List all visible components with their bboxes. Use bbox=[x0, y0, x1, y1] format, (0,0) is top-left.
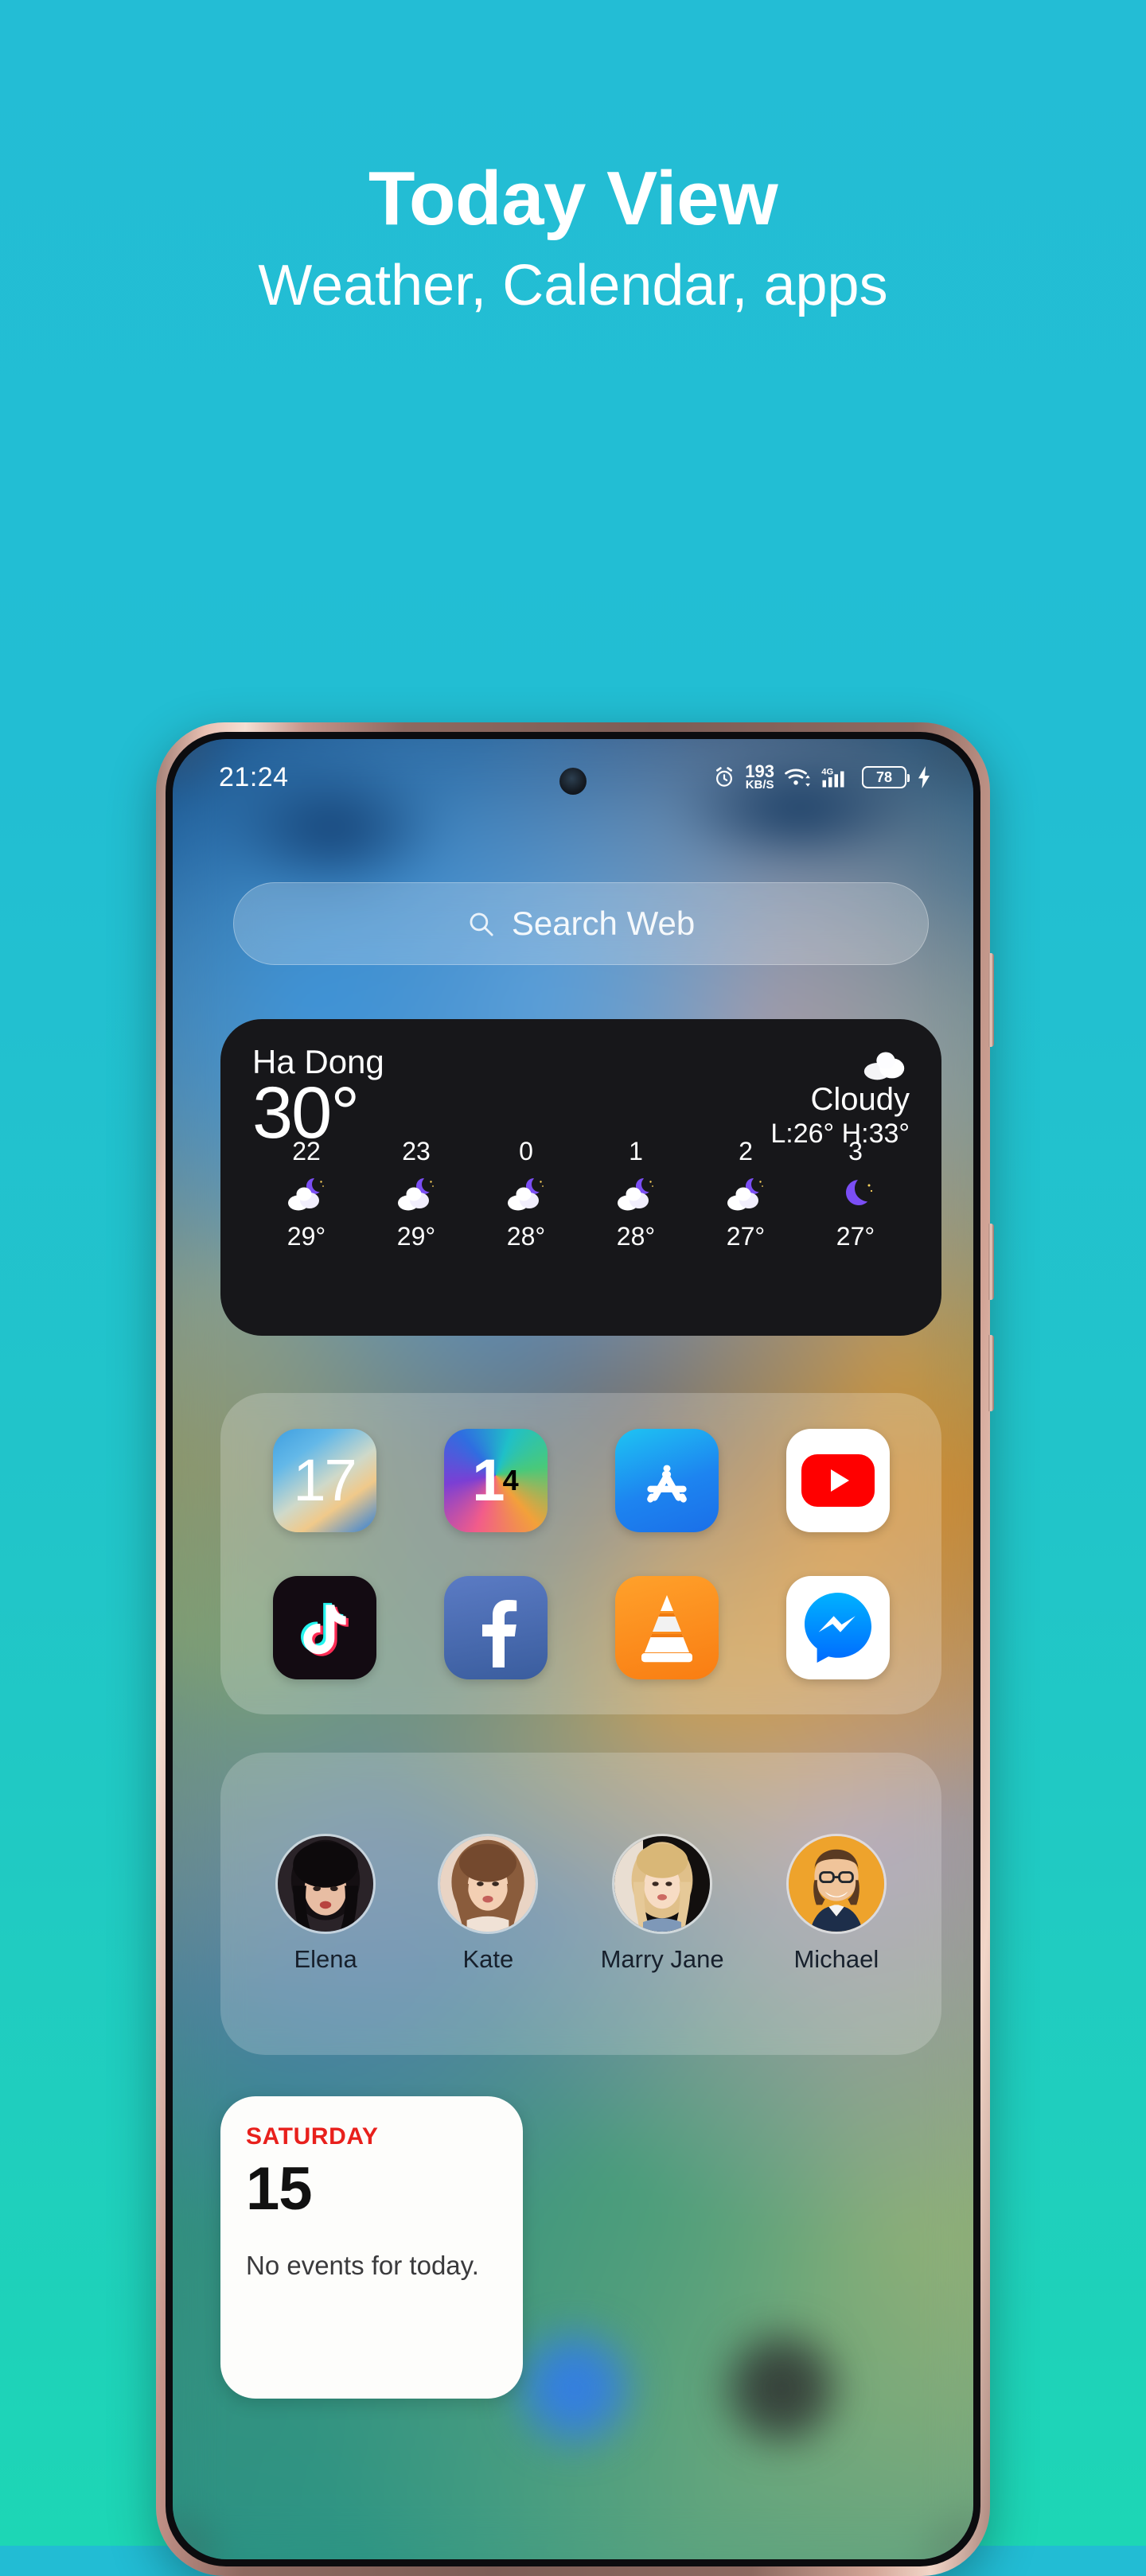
weather-hour-label: 2 bbox=[739, 1137, 753, 1165]
app-icon-ios17-launcher[interactable]: 17 bbox=[272, 1428, 376, 1532]
volume-up-button[interactable] bbox=[988, 1224, 994, 1300]
battery-level: 78 bbox=[875, 769, 893, 785]
phone-bezel: 21:24 193 KB/S 4G 78 Search Web Ha Dong … bbox=[166, 732, 980, 2566]
weather-hour-temp: 27° bbox=[836, 1222, 875, 1251]
contact-item[interactable]: Marry Jane bbox=[601, 1834, 724, 1974]
promo-headline-block: Today View Weather, Calendar, apps bbox=[0, 156, 1146, 320]
app-icon-facebook[interactable] bbox=[443, 1575, 548, 1679]
messenger-icon bbox=[804, 1592, 871, 1663]
weather-hour-column: 22 29° bbox=[257, 1137, 356, 1251]
contacts-widget: Elena Kate Marry Jane Michael bbox=[220, 1753, 941, 2055]
front-camera-icon bbox=[559, 768, 587, 795]
search-placeholder: Search Web bbox=[511, 905, 696, 942]
cloudy-night-icon bbox=[288, 1178, 324, 1211]
weather-hour-label: 3 bbox=[848, 1137, 863, 1165]
cloudy-night-icon bbox=[398, 1178, 434, 1211]
weather-hourly-forecast: 22 29° 23 29° 0 28° 1 28° 2 27° 3 27° bbox=[252, 1137, 910, 1251]
contact-name: Michael bbox=[793, 1945, 879, 1973]
contact-item[interactable]: Kate bbox=[438, 1834, 539, 1974]
cloudy-night-icon bbox=[508, 1178, 544, 1211]
weather-hour-temp: 29° bbox=[286, 1222, 326, 1251]
facebook-icon bbox=[481, 1599, 516, 1667]
weather-hour-temp: 29° bbox=[396, 1222, 436, 1251]
calendar-day-number: 15 bbox=[246, 2155, 313, 2223]
avatar[interactable] bbox=[785, 1834, 887, 1934]
contact-name: Marry Jane bbox=[600, 1945, 724, 1973]
app-icon-youtube[interactable] bbox=[785, 1428, 890, 1532]
app-icon-messenger[interactable] bbox=[785, 1575, 890, 1679]
volume-down-button[interactable] bbox=[988, 1335, 994, 1411]
wifi-icon bbox=[785, 769, 810, 787]
contact-item[interactable]: Michael bbox=[785, 1834, 887, 1974]
network-speed-unit: KB/S bbox=[745, 778, 774, 792]
avatar-photo bbox=[278, 1836, 374, 1932]
tiktok-icon bbox=[300, 1602, 349, 1656]
vlc-cone-icon bbox=[641, 1594, 692, 1662]
phone-screen: 21:24 193 KB/S 4G 78 Search Web Ha Dong … bbox=[173, 739, 973, 2559]
calendar-weekday: SATURDAY bbox=[246, 2123, 379, 2150]
blurred-dock-icon bbox=[523, 2337, 626, 2440]
app-icon-vlc[interactable] bbox=[614, 1575, 719, 1679]
lightning-bolt-icon bbox=[918, 766, 930, 788]
app-icon-ios14-label: 1 bbox=[472, 1447, 505, 1513]
weather-hour-label: 23 bbox=[402, 1137, 431, 1165]
weather-hour-temp: 27° bbox=[726, 1222, 766, 1251]
weather-condition: Cloudy bbox=[810, 1082, 910, 1117]
weather-hour-column: 23 29° bbox=[367, 1137, 466, 1251]
app-icon-ios14-superscript: 4 bbox=[502, 1463, 519, 1496]
avatar[interactable] bbox=[612, 1834, 713, 1934]
contact-item[interactable]: Elena bbox=[275, 1834, 376, 1974]
calendar-events-text: No events for today. bbox=[246, 2251, 479, 2281]
weather-hour-temp: 28° bbox=[506, 1222, 546, 1251]
calendar-widget[interactable]: SATURDAY 15 No events for today. bbox=[220, 2096, 523, 2399]
battery-indicator: 78 bbox=[862, 766, 910, 788]
cloud-icon bbox=[863, 1052, 905, 1080]
app-icon-app-store[interactable] bbox=[614, 1428, 719, 1532]
page-subtitle: Weather, Calendar, apps bbox=[258, 253, 888, 317]
weather-widget[interactable]: Ha Dong 30° Cloudy L:26° H:33° 22 29° 23… bbox=[220, 1019, 941, 1336]
cloudy-night-icon bbox=[618, 1178, 653, 1211]
weather-hour-temp: 28° bbox=[616, 1222, 656, 1251]
app-grid-widget: 17 14 bbox=[220, 1393, 941, 1714]
status-time: 21:24 bbox=[219, 761, 289, 792]
cloudy-night-icon bbox=[727, 1178, 763, 1211]
app-icon-ios17-label: 17 bbox=[293, 1447, 357, 1513]
app-icon-ios14-launcher[interactable]: 14 bbox=[443, 1428, 548, 1532]
avatar-photo bbox=[614, 1836, 711, 1932]
contact-name: Kate bbox=[462, 1945, 514, 1973]
network-speed-value: 193 bbox=[745, 761, 774, 781]
alarm-clock-icon bbox=[716, 767, 733, 787]
phone-frame: 21:24 193 KB/S 4G 78 Search Web Ha Dong … bbox=[156, 722, 994, 2576]
signal-bars-icon: 4G bbox=[821, 767, 844, 788]
app-icon-tiktok[interactable] bbox=[272, 1575, 376, 1679]
network-speed-indicator: 193 KB/S bbox=[745, 761, 774, 792]
search-input[interactable]: Search Web bbox=[233, 882, 929, 965]
status-indicators: 193 KB/S 4G 78 bbox=[713, 761, 932, 792]
weather-hour-label: 22 bbox=[292, 1137, 321, 1165]
crescent-moon-icon bbox=[846, 1180, 873, 1205]
power-button[interactable] bbox=[988, 953, 994, 1047]
weather-hour-column: 3 27° bbox=[806, 1137, 905, 1251]
weather-hour-column: 1 28° bbox=[587, 1137, 685, 1251]
avatar[interactable] bbox=[275, 1834, 376, 1934]
app-store-icon bbox=[646, 1465, 687, 1503]
avatar[interactable] bbox=[438, 1834, 539, 1934]
youtube-icon bbox=[801, 1453, 875, 1507]
search-icon bbox=[470, 912, 493, 936]
avatar-photo bbox=[788, 1836, 884, 1932]
blurred-dock-icon bbox=[730, 2337, 833, 2440]
avatar-photo bbox=[440, 1836, 536, 1932]
weather-hour-label: 1 bbox=[629, 1137, 643, 1165]
contact-name: Elena bbox=[294, 1945, 357, 1973]
svg-text:4G: 4G bbox=[821, 767, 833, 776]
weather-hour-column: 2 27° bbox=[696, 1137, 795, 1251]
weather-hour-label: 0 bbox=[519, 1137, 533, 1165]
weather-hour-column: 0 28° bbox=[477, 1137, 575, 1251]
page-title: Today View bbox=[368, 156, 778, 241]
